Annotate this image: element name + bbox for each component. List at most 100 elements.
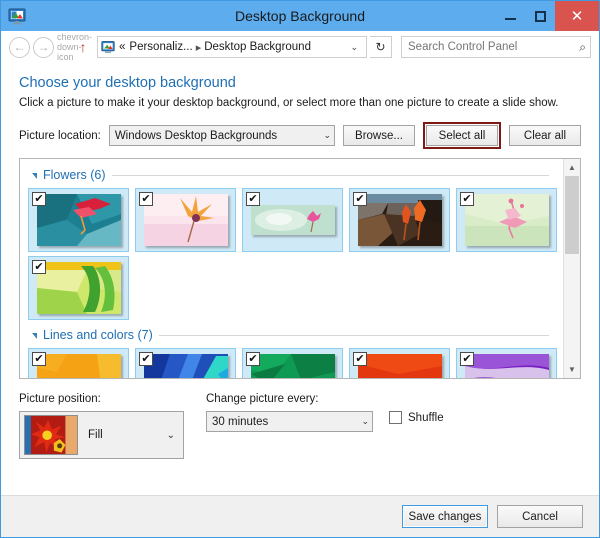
picture-location-label: Picture location: [19, 129, 101, 142]
wallpaper-item[interactable]: ✔ [242, 188, 343, 252]
wallpaper-checkbox[interactable]: ✔ [460, 352, 474, 366]
wallpaper-checkbox[interactable]: ✔ [139, 192, 153, 206]
wallpaper-thumbnail [36, 262, 121, 314]
wallpaper-thumbnail [36, 194, 121, 246]
wallpaper-item[interactable]: ✔ [456, 348, 557, 378]
wallpaper-checkbox[interactable]: ✔ [32, 352, 46, 366]
scrollbar-thumb[interactable] [565, 176, 579, 254]
dialog-footer: Save changes Cancel [1, 495, 599, 537]
thumbnail-row: ✔ [28, 256, 563, 320]
desktop-background-window: Desktop Background ✕ ← → chevron-down-ic… [0, 0, 600, 538]
wallpaper-item[interactable]: ✔ [28, 348, 129, 378]
breadcrumb-current[interactable]: Desktop Background [204, 41, 311, 53]
interval-and-shuffle: 30 minutes ⌄ Shuffle [206, 411, 444, 432]
wallpaper-thumbnail [464, 354, 549, 378]
shuffle-row[interactable]: Shuffle [389, 411, 444, 424]
scrollbar-track[interactable] [564, 176, 580, 361]
triangle-expanded-icon[interactable] [32, 173, 37, 179]
chevron-down-icon: ⌄ [361, 416, 369, 426]
wallpaper-checkbox[interactable]: ✔ [246, 192, 260, 206]
wallpaper-checkbox[interactable]: ✔ [32, 192, 46, 206]
clear-all-button[interactable]: Clear all [509, 125, 581, 146]
wallpaper-list-scrollbar[interactable]: ▲ ▼ [563, 159, 580, 378]
wallpaper-thumbnail [357, 354, 442, 378]
picture-location-select[interactable]: Windows Desktop Backgrounds ⌄ [108, 125, 335, 146]
breadcrumb-dropdown-icon[interactable]: ⌄ [345, 42, 363, 53]
minimize-button[interactable] [495, 1, 525, 31]
wallpaper-checkbox[interactable]: ✔ [246, 352, 260, 366]
wallpaper-item[interactable]: ✔ [28, 188, 129, 252]
picture-position-value: Fill [88, 429, 103, 441]
wallpaper-checkbox[interactable]: ✔ [32, 260, 46, 274]
picture-position-select[interactable]: Fill ⌄ [19, 411, 184, 459]
forward-button[interactable]: → [33, 36, 54, 58]
scroll-down-button[interactable]: ▼ [564, 361, 580, 378]
search-icon[interactable]: ⌕ [576, 40, 586, 55]
back-arrow-icon: ← [13, 40, 26, 54]
wallpaper-thumbnail [143, 194, 228, 246]
search-box[interactable]: ⌕ [401, 36, 591, 58]
change-interval-select[interactable]: 30 minutes ⌄ [206, 411, 373, 432]
window-icon [8, 7, 26, 25]
wallpaper-thumbnail [143, 354, 228, 378]
group-title[interactable]: Flowers (6) [43, 168, 106, 182]
back-button[interactable]: ← [9, 36, 30, 58]
wallpaper-item[interactable]: ✔ [242, 348, 343, 378]
page-title: Choose your desktop background [19, 75, 236, 91]
wallpaper-checkbox[interactable]: ✔ [139, 352, 153, 366]
group-title[interactable]: Lines and colors (7) [43, 328, 153, 342]
browse-button[interactable]: Browse... [343, 125, 415, 146]
close-button[interactable]: ✕ [555, 1, 599, 31]
cancel-button[interactable]: Cancel [497, 505, 583, 528]
forward-arrow-icon: → [37, 40, 50, 54]
picture-location-row: Picture location: Windows Desktop Backgr… [19, 122, 581, 149]
wallpaper-item[interactable]: ✔ [135, 348, 236, 378]
wallpaper-thumbnail [250, 354, 335, 378]
wallpaper-checkbox[interactable]: ✔ [460, 192, 474, 206]
wallpaper-item[interactable]: ✔ [456, 188, 557, 252]
chevron-down-icon: ▼ [568, 365, 576, 374]
group-divider [158, 334, 549, 336]
change-interval-label: Change picture every: [206, 393, 319, 405]
refresh-button[interactable]: ↻ [370, 36, 392, 58]
thumbnail-row: ✔ ✔ ✔ ✔ ✔ [28, 348, 563, 378]
save-changes-button[interactable]: Save changes [402, 505, 488, 528]
breadcrumb-separator-icon[interactable]: ▸ [196, 41, 202, 54]
window-controls: ✕ [495, 1, 599, 31]
triangle-expanded-icon[interactable] [32, 333, 37, 339]
shuffle-checkbox[interactable] [389, 411, 402, 424]
picture-position-group: Picture position: Fill ⌄ [19, 393, 184, 459]
recent-locations-button[interactable]: chevron-down-icon [57, 32, 92, 62]
main-content: Choose your desktop background Click a p… [1, 63, 599, 467]
group-header-lines-and-colors[interactable]: Lines and colors (7) [32, 328, 563, 342]
wallpaper-item[interactable]: ✔ [135, 188, 236, 252]
page-subtitle: Click a picture to make it your desktop … [19, 97, 559, 109]
select-all-highlight: Select all [423, 122, 501, 149]
breadcrumb[interactable]: « Personaliz... ▸ Desktop Background ⌄ [97, 36, 367, 58]
wallpaper-thumbnail [357, 194, 442, 246]
control-panel-icon [101, 40, 115, 54]
wallpaper-item[interactable]: ✔ [349, 348, 450, 378]
wallpaper-list[interactable]: Flowers (6) ✔ ✔ ✔ ✔ ✔ ✔ Lines and colors… [19, 158, 581, 379]
maximize-icon [534, 10, 546, 22]
up-button[interactable]: ↑ [74, 39, 92, 55]
breadcrumb-prefix: « [119, 41, 126, 53]
wallpaper-list-inner: Flowers (6) ✔ ✔ ✔ ✔ ✔ ✔ Lines and colors… [20, 159, 563, 378]
wallpaper-item[interactable]: ✔ [28, 256, 129, 320]
minimize-icon [504, 18, 516, 20]
wallpaper-item[interactable]: ✔ [349, 188, 450, 252]
chevron-down-icon: ⌄ [166, 429, 175, 441]
select-all-button[interactable]: Select all [426, 125, 498, 146]
wallpaper-checkbox[interactable]: ✔ [353, 192, 367, 206]
scroll-up-button[interactable]: ▲ [564, 159, 580, 176]
wallpaper-thumbnail [36, 354, 121, 378]
wallpaper-thumbnail [464, 194, 549, 246]
group-divider [111, 174, 549, 176]
maximize-button[interactable] [525, 1, 555, 31]
breadcrumb-parent[interactable]: Personaliz... [129, 41, 192, 53]
picture-position-preview [24, 415, 78, 455]
group-header-flowers[interactable]: Flowers (6) [32, 168, 563, 182]
wallpaper-checkbox[interactable]: ✔ [353, 352, 367, 366]
options-row: Picture position: Fill ⌄ Change picture … [19, 393, 581, 459]
search-input[interactable] [406, 40, 577, 54]
